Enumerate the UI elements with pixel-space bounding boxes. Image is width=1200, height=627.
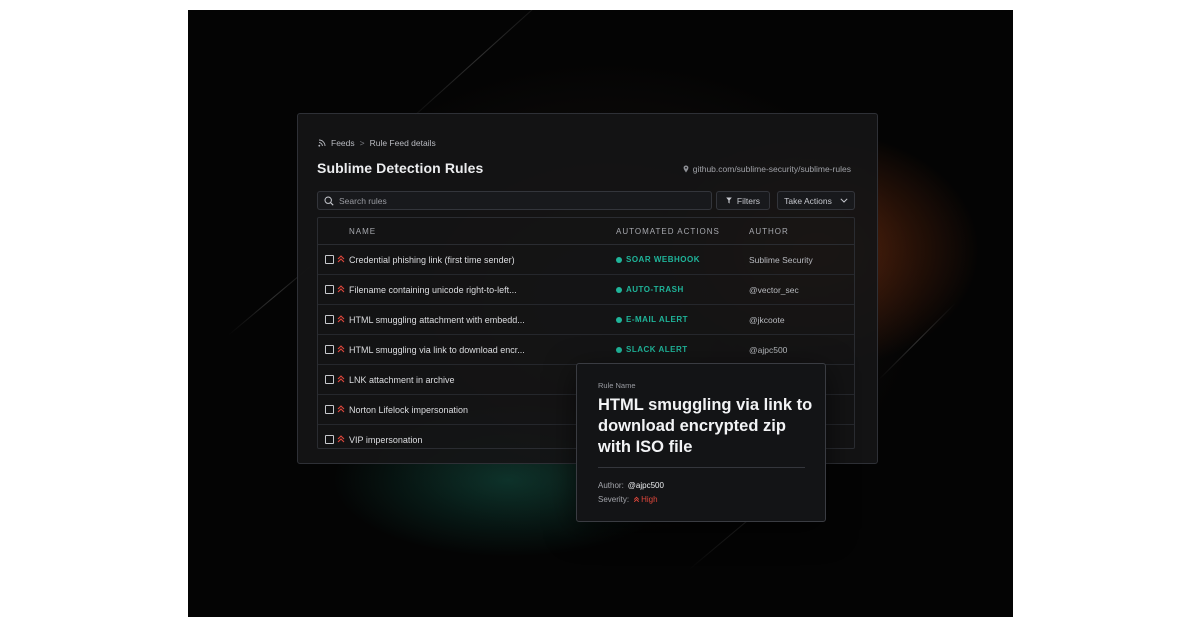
rule-name: LNK attachment in archive: [349, 374, 455, 385]
rule-name: Norton Lifelock impersonation: [349, 404, 469, 415]
filters-button[interactable]: Filters: [716, 191, 770, 210]
severity-value: High: [633, 495, 658, 504]
rule-detail-card: Rule Name HTML smuggling via link to dow…: [576, 363, 826, 522]
status-dot: [616, 256, 622, 263]
breadcrumb-feeds-link[interactable]: Feeds: [331, 138, 355, 148]
double-chevron-up-icon: [337, 315, 345, 323]
row-checkbox[interactable]: [325, 435, 334, 444]
rule-author: @ajpc500: [749, 344, 788, 355]
double-chevron-up-icon: [337, 255, 345, 263]
severity-text: High: [641, 495, 658, 504]
chevron-down-icon: [840, 198, 848, 203]
double-chevron-up-icon: [337, 375, 345, 383]
action-label: SOAR WEBHOOK: [626, 255, 700, 264]
hero-background: Feeds > Rule Feed details Sublime Detect…: [188, 10, 1013, 617]
card-severity-line: Severity: High: [598, 495, 658, 504]
breadcrumb-separator: >: [359, 138, 365, 148]
author-label: Author:: [598, 481, 624, 490]
breadcrumb-current: Rule Feed details: [369, 138, 436, 148]
rule-name: Filename containing unicode right-to-lef…: [349, 284, 517, 295]
table-row[interactable]: HTML smuggling via link to download encr…: [318, 335, 854, 365]
repo-link-text: github.com/sublime-security/sublime-rule…: [692, 164, 851, 174]
action-badge: SLACK ALERT: [616, 345, 688, 354]
rule-author: @vector_sec: [749, 284, 799, 295]
severity-label: Severity:: [598, 495, 630, 504]
author-value[interactable]: @ajpc500: [628, 481, 664, 490]
rule-name: HTML smuggling attachment with embedd...: [349, 314, 525, 325]
row-checkbox[interactable]: [325, 405, 334, 414]
row-checkbox[interactable]: [325, 315, 334, 324]
action-label: SLACK ALERT: [626, 345, 688, 354]
double-chevron-up-icon: [337, 285, 345, 293]
row-checkbox[interactable]: [325, 375, 334, 384]
row-checkbox[interactable]: [325, 255, 334, 264]
action-badge: E-MAIL ALERT: [616, 315, 688, 324]
status-dot: [616, 346, 622, 353]
table-row[interactable]: HTML smuggling attachment with embedd...…: [318, 305, 854, 335]
table-row[interactable]: Filename containing unicode right-to-lef…: [318, 275, 854, 305]
column-header-name[interactable]: NAME: [349, 227, 376, 236]
table-row[interactable]: Credential phishing link (first time sen…: [318, 245, 854, 275]
rule-author: Sublime Security: [749, 254, 813, 265]
repo-link[interactable]: github.com/sublime-security/sublime-rule…: [683, 164, 851, 174]
rule-name: HTML smuggling via link to download encr…: [349, 344, 525, 355]
rule-name: Credential phishing link (first time sen…: [349, 254, 515, 265]
row-checkbox[interactable]: [325, 285, 334, 294]
search-input[interactable]: [339, 195, 699, 206]
breadcrumb: Feeds > Rule Feed details: [318, 138, 436, 148]
double-chevron-up-icon: [634, 496, 640, 503]
double-chevron-up-icon: [337, 405, 345, 413]
take-actions-button[interactable]: Take Actions: [777, 191, 855, 210]
rss-icon: [318, 139, 326, 147]
double-chevron-up-icon: [337, 435, 345, 443]
double-chevron-up-icon: [337, 345, 345, 353]
card-label: Rule Name: [598, 381, 636, 390]
rule-name: VIP impersonation: [349, 434, 423, 445]
action-badge: SOAR WEBHOOK: [616, 255, 700, 264]
filters-label: Filters: [736, 195, 761, 206]
rule-author: @jkcoote: [749, 314, 785, 325]
card-title: HTML smuggling via link to download encr…: [598, 396, 813, 456]
search-bar: [317, 191, 712, 210]
column-header-automated-actions[interactable]: AUTOMATED ACTIONS: [616, 227, 720, 236]
status-dot: [616, 286, 622, 293]
column-header-author[interactable]: AUTHOR: [749, 227, 789, 236]
search-icon: [324, 195, 334, 206]
status-dot: [616, 316, 622, 323]
location-pin-icon: [683, 165, 689, 173]
light-streak: [877, 302, 957, 381]
action-label: AUTO-TRASH: [626, 285, 684, 294]
action-label: E-MAIL ALERT: [626, 315, 688, 324]
table-header: NAME AUTOMATED ACTIONS AUTHOR: [318, 218, 854, 245]
take-actions-label: Take Actions: [784, 195, 832, 206]
divider: [598, 467, 805, 468]
action-badge: AUTO-TRASH: [616, 285, 684, 294]
card-author-line: Author: @ajpc500: [598, 481, 664, 490]
row-checkbox[interactable]: [325, 345, 334, 354]
filter-icon: [726, 197, 732, 204]
page-title: Sublime Detection Rules: [317, 160, 484, 176]
